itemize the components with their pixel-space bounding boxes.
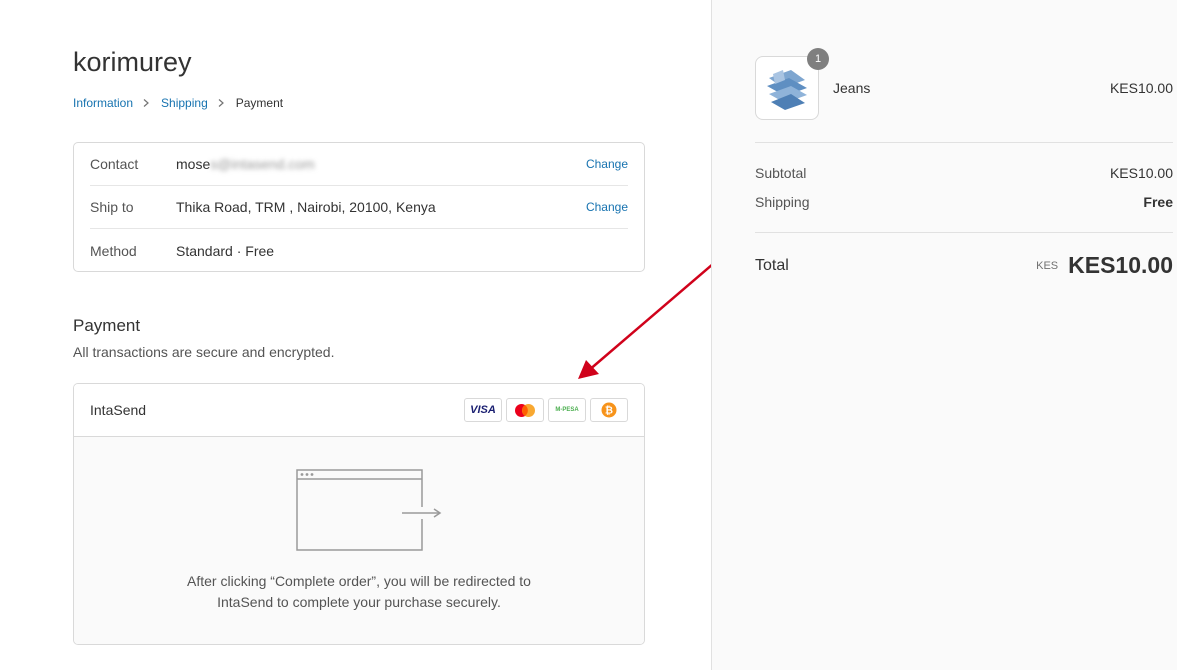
method-value: Standard · Free xyxy=(176,242,275,259)
mastercard-icon xyxy=(506,398,544,422)
breadcrumb: Information Shipping Payment xyxy=(73,96,283,110)
total-amount-group: KES KES10.00 xyxy=(1036,252,1173,279)
subtotal-label: Subtotal xyxy=(755,165,807,181)
breadcrumb-shipping[interactable]: Shipping xyxy=(161,96,208,110)
store-name[interactable]: korimurey xyxy=(73,47,192,78)
quantity-badge: 1 xyxy=(807,48,829,70)
total-currency: KES xyxy=(1036,259,1059,272)
review-block: Contact moses@intasend.com Change Ship t… xyxy=(73,142,645,272)
product-name: Jeans xyxy=(833,80,871,96)
shipping-value: Free xyxy=(1143,194,1173,210)
product-thumbnail: 1 xyxy=(755,48,829,120)
breadcrumb-information[interactable]: Information xyxy=(73,96,133,110)
total-value: KES10.00 xyxy=(1068,252,1173,278)
mpesa-label: M-PESA xyxy=(555,407,579,413)
shipping-row: Shipping Free xyxy=(755,194,1173,210)
summary-divider xyxy=(755,142,1173,143)
chevron-right-icon xyxy=(143,99,149,107)
change-contact-link[interactable]: Change xyxy=(586,157,628,171)
total-row: Total KES KES10.00 xyxy=(755,252,1173,279)
contact-value-visible: mose xyxy=(176,156,211,172)
review-ship-row: Ship to Thika Road, TRM , Nairobi, 20100… xyxy=(90,186,628,229)
gateway-name: IntaSend xyxy=(90,402,147,418)
product-price: KES10.00 xyxy=(1109,80,1173,96)
contact-value-blurred: s@intasend.com xyxy=(210,156,315,172)
checkout-main: korimurey Information Shipping Payment C… xyxy=(0,0,735,670)
contact-value: moses@intasend.com xyxy=(176,156,586,172)
visa-label: VISA xyxy=(470,404,496,416)
ship-to-value: Thika Road, TRM , Nairobi, 20100, Kenya xyxy=(176,199,436,215)
ship-to-label: Ship to xyxy=(90,199,134,215)
redirect-message: After clicking “Complete order”, you wil… xyxy=(74,571,644,613)
shipping-label: Shipping xyxy=(755,194,810,210)
review-contact-row: Contact moses@intasend.com Change xyxy=(90,143,628,186)
contact-label: Contact xyxy=(90,156,139,172)
redirect-line-1: After clicking “Complete order”, you wil… xyxy=(187,573,531,589)
bitcoin-icon: ₿ xyxy=(590,398,628,422)
gateway-header[interactable]: IntaSend VISA M-PESA ₿ xyxy=(74,384,644,437)
payment-gateway[interactable]: IntaSend VISA M-PESA ₿ After clicking “C… xyxy=(73,383,645,645)
review-method-row: Method Standard · Free xyxy=(90,229,628,272)
browser-redirect-icon xyxy=(296,469,446,551)
order-line-item: 1 Jeans KES10.00 xyxy=(755,48,1173,120)
mpesa-icon: M-PESA xyxy=(548,398,586,422)
total-label: Total xyxy=(755,256,789,274)
visa-icon: VISA xyxy=(464,398,502,422)
chevron-right-icon xyxy=(218,99,224,107)
subtotal-row: Subtotal KES10.00 xyxy=(755,165,1173,181)
breadcrumb-payment: Payment xyxy=(235,96,284,110)
payment-icons: VISA M-PESA ₿ xyxy=(464,398,628,422)
payment-title: Payment xyxy=(73,316,141,335)
redirect-line-2: IntaSend to complete your purchase secur… xyxy=(217,594,501,610)
summary-divider xyxy=(755,232,1173,233)
svg-text:₿: ₿ xyxy=(605,405,613,417)
payment-subtitle: All transactions are secure and encrypte… xyxy=(73,344,335,360)
gateway-body: After clicking “Complete order”, you wil… xyxy=(74,437,644,644)
subtotal-value: KES10.00 xyxy=(1109,165,1173,181)
method-label: Method xyxy=(90,242,137,259)
jeans-image-icon xyxy=(767,70,807,110)
change-address-link[interactable]: Change xyxy=(586,200,628,214)
